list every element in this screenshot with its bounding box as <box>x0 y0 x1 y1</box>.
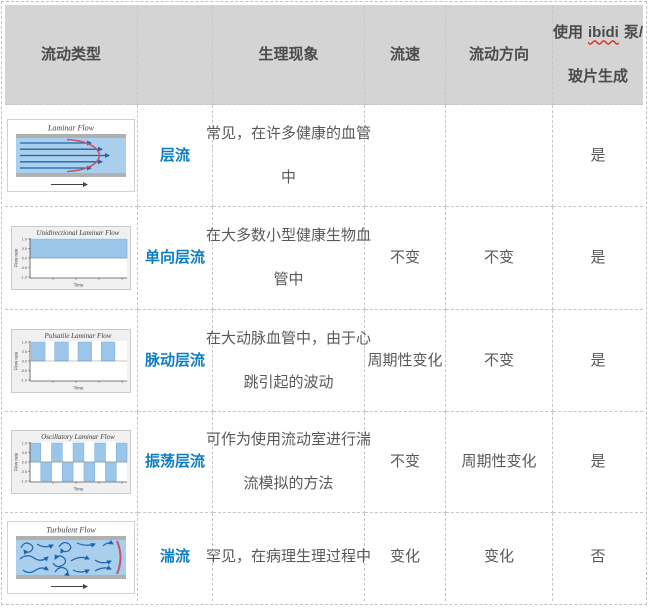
flow-types-table: 流动类型 生理现象 流速 流动方向 使用 ibidi 泵/玻片生成 Laminar … <box>1 1 647 605</box>
y-axis-label: Flow rate <box>14 351 19 370</box>
header-generated-brand: ibidi <box>588 24 619 41</box>
x-axis-label: Time <box>74 385 84 390</box>
direction-cell: 不变 <box>446 310 553 412</box>
image-title: Turbulent Flow <box>46 525 96 534</box>
svg-text:-0.5: -0.5 <box>20 368 27 372</box>
phenomenon-cell: 罕见，在病理生理过程中 <box>213 513 365 601</box>
phenomenon-cell: 常见，在许多健康的血管 中 <box>213 105 365 207</box>
svg-text:1.0: 1.0 <box>22 340 27 344</box>
header-generated-line2: 玻片生成 <box>568 68 628 85</box>
header-flow-type-spacer <box>138 5 213 105</box>
flow-name-link[interactable]: 层流 <box>160 134 190 178</box>
generated-cell: 是 <box>553 207 643 310</box>
direction-cell: 周期性变化 <box>446 412 553 513</box>
header-phenomenon: 生理现象 <box>213 5 365 105</box>
channel-wall-top <box>16 134 126 138</box>
velocity-cell <box>365 105 446 207</box>
image-title: Unidirectional Laminar Flow <box>37 229 120 237</box>
flow-name-cell: 湍流 <box>138 513 213 601</box>
flow-name-cell: 振荡层流 <box>138 412 213 513</box>
generated-cell: 否 <box>553 513 643 601</box>
header-generated: 使用 ibidi 泵/玻片生成 <box>553 5 643 105</box>
header-direction: 流动方向 <box>446 5 553 105</box>
svg-text:0.0: 0.0 <box>22 256 27 260</box>
image-title: Oscillatory Laminar Flow <box>41 433 115 441</box>
velocity-cell: 不变 <box>365 207 446 310</box>
y-axis-label: Flow rate <box>14 452 19 471</box>
unidirectional-flow-chart: Unidirectional Laminar Flow 1.0 0.5 0.0 … <box>11 226 131 290</box>
velocity-cell: 周期性变化 <box>365 310 446 412</box>
svg-text:0.5: 0.5 <box>22 247 27 251</box>
generated-cell: 是 <box>553 310 643 412</box>
svg-text:0.5: 0.5 <box>22 349 27 353</box>
flow-image-cell: Turbulent Flow <box>5 513 138 601</box>
flow-image-cell: Pulsatile Laminar Flow 1.0 0.5 0.0 -0.5 … <box>5 310 138 412</box>
flow-name-link[interactable]: 脉动层流 <box>145 339 205 383</box>
direction-cell <box>446 105 553 207</box>
direction-cell: 不变 <box>446 207 553 310</box>
header-generated-text: 使用 ibidi 泵/玻片生成 <box>553 11 643 99</box>
channel-wall-bottom <box>16 575 126 579</box>
flow-name-link[interactable]: 振荡层流 <box>145 440 205 484</box>
header-generated-prefix: 使用 <box>553 24 583 41</box>
flow-name-link[interactable]: 单向层流 <box>145 236 205 280</box>
svg-text:0.0: 0.0 <box>22 359 27 363</box>
turbulent-flow-diagram: Turbulent Flow <box>7 521 135 594</box>
direction-cell: 变化 <box>446 513 553 601</box>
channel-wall-bottom <box>16 173 126 177</box>
oscillatory-flow-chart: Oscillatory Laminar Flow 1.0 0.5 0.0 -0.… <box>11 430 131 494</box>
svg-text:1.0: 1.0 <box>22 237 27 241</box>
flow-types-page: 流动类型 生理现象 流速 流动方向 使用 ibidi 泵/玻片生成 Laminar … <box>0 0 650 612</box>
generated-cell: 是 <box>553 105 643 207</box>
image-title: Laminar Flow <box>47 124 95 133</box>
flow-image-cell: Unidirectional Laminar Flow 1.0 0.5 0.0 … <box>5 207 138 310</box>
svg-text:-0.5: -0.5 <box>20 470 27 474</box>
svg-text:0.0: 0.0 <box>22 460 27 464</box>
header-velocity: 流速 <box>365 5 446 105</box>
header-flow-type: 流动类型 <box>5 5 138 105</box>
flow-name-cell: 层流 <box>138 105 213 207</box>
x-axis-label: Time <box>74 487 84 492</box>
svg-text:-1.0: -1.0 <box>20 275 27 279</box>
svg-text:-1.0: -1.0 <box>20 378 27 382</box>
chart-series <box>30 239 127 258</box>
svg-text:-1.0: -1.0 <box>20 479 27 483</box>
y-axis-label: Flow rate <box>14 248 19 267</box>
laminar-flow-diagram: Laminar Flow <box>7 119 135 192</box>
flow-image-cell: Oscillatory Laminar Flow 1.0 0.5 0.0 -0.… <box>5 412 138 513</box>
svg-text:0.5: 0.5 <box>22 451 27 455</box>
image-title: Pulsatile Laminar Flow <box>44 332 112 340</box>
pulsatile-flow-chart: Pulsatile Laminar Flow 1.0 0.5 0.0 -0.5 … <box>11 329 131 393</box>
generated-cell: 是 <box>553 412 643 513</box>
phenomenon-cell: 可作为使用流动室进行湍 流模拟的方法 <box>213 412 365 513</box>
flow-name-link[interactable]: 湍流 <box>160 535 190 579</box>
phenomenon-cell: 在大动脉血管中，由于心 跳引起的波动 <box>213 310 365 412</box>
x-axis-label: Time <box>74 283 84 288</box>
flow-name-cell: 脉动层流 <box>138 310 213 412</box>
flow-image-cell: Laminar Flow <box>5 105 138 207</box>
phenomenon-cell: 在大多数小型健康生物血 管中 <box>213 207 365 310</box>
velocity-cell: 不变 <box>365 412 446 513</box>
svg-text:-0.5: -0.5 <box>20 266 27 270</box>
flow-name-cell: 单向层流 <box>138 207 213 310</box>
header-generated-suffix: 泵/ <box>624 24 643 41</box>
velocity-cell: 变化 <box>365 513 446 601</box>
channel-wall-top <box>16 536 126 540</box>
svg-text:1.0: 1.0 <box>22 441 27 445</box>
